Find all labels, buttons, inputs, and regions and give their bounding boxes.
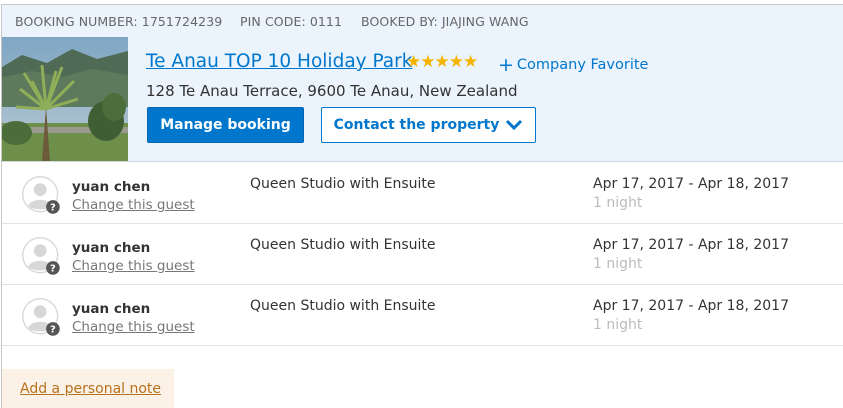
- booking-info-bar: BOOKING NUMBER: 1751724239 PIN CODE: 011…: [2, 5, 843, 37]
- pin-code: PIN CODE: 0111: [240, 14, 343, 29]
- plus-icon: +: [498, 54, 514, 76]
- booking-card: BOOKING NUMBER: 1751724239 PIN CODE: 011…: [1, 4, 843, 408]
- guest-name: yuan chen: [72, 240, 151, 256]
- avatar-icon: ?: [22, 237, 60, 275]
- contact-property-button[interactable]: Contact the property: [321, 107, 536, 143]
- stay-dates: Apr 17, 2017 - Apr 18, 2017: [593, 176, 789, 192]
- guest-row: ? yuan chen Change this guest Queen Studio …: [2, 162, 843, 224]
- booking-number: BOOKING NUMBER: 1751724239: [15, 14, 223, 29]
- room-type: Queen Studio with Ensuite: [250, 176, 436, 192]
- guest-name: yuan chen: [72, 179, 151, 195]
- room-type: Queen Studio with Ensuite: [250, 237, 436, 253]
- chevron-down-icon: [506, 119, 523, 131]
- nights-count: 1 night: [593, 195, 643, 211]
- booked-by: BOOKED BY: JIAJING WANG: [361, 14, 529, 29]
- hotel-address: 128 Te Anau Terrace, 9600 Te Anau, New Z…: [146, 82, 518, 100]
- personal-note-box: Add a personal note: [2, 369, 174, 408]
- avatar-icon: ?: [22, 298, 60, 336]
- guest-name: yuan chen: [72, 301, 151, 317]
- help-icon: ?: [46, 261, 60, 275]
- help-icon: ?: [46, 322, 60, 336]
- room-type: Queen Studio with Ensuite: [250, 298, 436, 314]
- star-rating: ★★★★★: [406, 52, 478, 72]
- nights-count: 1 night: [593, 317, 643, 333]
- add-personal-note-link[interactable]: Add a personal note: [20, 381, 161, 397]
- change-guest-link[interactable]: Change this guest: [72, 258, 195, 274]
- manage-booking-label: Manage booking: [160, 117, 291, 133]
- guest-row: ? yuan chen Change this guest Queen Studio …: [2, 223, 843, 285]
- company-favorite-link[interactable]: + Company Favorite: [498, 54, 648, 76]
- nights-count: 1 night: [593, 256, 643, 272]
- hotel-section: Te Anau TOP 10 Holiday Park ★★★★★ + Compa…: [2, 37, 843, 162]
- stay-dates: Apr 17, 2017 - Apr 18, 2017: [593, 298, 789, 314]
- hotel-photo[interactable]: [2, 37, 128, 161]
- avatar-icon: ?: [22, 176, 60, 214]
- stay-dates: Apr 17, 2017 - Apr 18, 2017: [593, 237, 789, 253]
- company-favorite-label: Company Favorite: [516, 57, 649, 73]
- svg-text:?: ?: [50, 325, 56, 336]
- help-icon: ?: [46, 200, 60, 214]
- svg-text:?: ?: [50, 203, 56, 214]
- hotel-name-link[interactable]: Te Anau TOP 10 Holiday Park: [146, 51, 412, 72]
- change-guest-link[interactable]: Change this guest: [72, 319, 195, 335]
- guest-row: ? yuan chen Change this guest Queen Studio …: [2, 284, 843, 346]
- svg-text:?: ?: [50, 264, 56, 275]
- manage-booking-button[interactable]: Manage booking: [147, 107, 304, 143]
- contact-property-label: Contact the property: [333, 117, 500, 133]
- change-guest-link[interactable]: Change this guest: [72, 197, 195, 213]
